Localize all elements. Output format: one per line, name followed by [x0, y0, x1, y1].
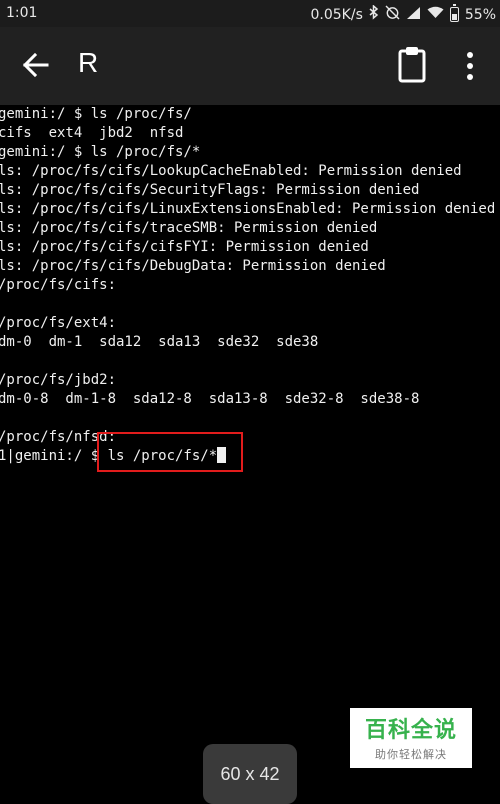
terminal-line: gemini:/ $ ls /proc/fs/* [0, 144, 201, 160]
terminal-size-toast: 60 x 42 [203, 744, 297, 804]
terminal-line: /proc/fs/ext4: [0, 315, 117, 331]
terminal-line: ls: /proc/fs/cifs/DebugData: Permission … [0, 258, 386, 274]
more-vert-icon[interactable] [460, 49, 480, 83]
app-toolbar: R [0, 27, 500, 105]
terminal-line: ls: /proc/fs/cifs/LinuxExtensionsEnabled… [0, 201, 496, 217]
terminal-output: gemini:/ $ ls /proc/fs/cifs ext4 jbd2 nf… [0, 105, 495, 466]
clipboard-icon[interactable] [396, 45, 428, 85]
watermark-title: 百科全说 [364, 718, 457, 743]
terminal-line: cifs ext4 jbd2 nfsd [0, 125, 184, 141]
terminal-line: /proc/fs/cifs: [0, 277, 117, 293]
terminal-line: 1|gemini:/ $ ls /proc/fs/* [0, 447, 495, 466]
command-highlight-box [97, 432, 243, 472]
terminal-line: ls: /proc/fs/cifs/cifsFYI: Permission de… [0, 239, 369, 255]
status-icons: 0.05K/s 55% [310, 4, 496, 24]
status-bar: 1:01 0.05K/s 55% [0, 0, 500, 27]
bluetooth-icon [369, 4, 379, 24]
terminal-line: gemini:/ $ ls /proc/fs/ [0, 106, 192, 122]
watermark-subtitle: 助你轻松解决 [375, 748, 447, 761]
terminal-line: /proc/fs/nfsd: [0, 429, 117, 445]
back-arrow-icon[interactable] [18, 47, 54, 83]
signal-icon [406, 6, 421, 24]
wifi-icon [427, 6, 444, 23]
terminal-line: /proc/fs/jbd2: [0, 372, 117, 388]
terminal-line: ls: /proc/fs/cifs/traceSMB: Permission d… [0, 220, 378, 236]
alarm-off-icon [385, 5, 400, 24]
app-title: R [78, 47, 99, 78]
status-time: 1:01 [6, 5, 38, 21]
terminal-size-text: 60 x 42 [220, 764, 280, 784]
watermark-logo: 百科全说 助你轻松解决 [350, 708, 472, 768]
terminal-line: ls: /proc/fs/cifs/LookupCacheEnabled: Pe… [0, 163, 462, 179]
terminal-line: ls: /proc/fs/cifs/SecurityFlags: Permiss… [0, 182, 420, 198]
terminal-view[interactable]: gemini:/ $ ls /proc/fs/cifs ext4 jbd2 nf… [0, 105, 500, 794]
battery-icon [449, 4, 459, 22]
terminal-line: dm-0 dm-1 sda12 sda13 sde32 sde38 [0, 334, 319, 350]
network-speed: 0.05K/s [310, 6, 363, 23]
battery-percent: 55% [464, 6, 496, 23]
terminal-line: dm-0-8 dm-1-8 sda12-8 sda13-8 sde32-8 sd… [0, 391, 420, 407]
